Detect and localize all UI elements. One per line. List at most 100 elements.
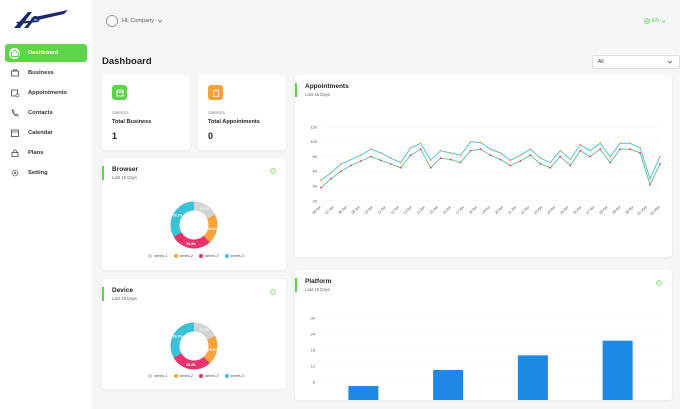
data-point[interactable]	[549, 166, 552, 169]
data-point[interactable]	[439, 157, 442, 159]
data-point[interactable]	[549, 161, 552, 164]
data-point[interactable]	[619, 148, 622, 151]
data-point[interactable]	[419, 142, 422, 145]
data-point[interactable]	[659, 163, 661, 165]
data-point[interactable]	[340, 170, 342, 173]
date-filter-select[interactable]: All	[592, 55, 680, 69]
legend-item[interactable]: series-2	[173, 374, 193, 378]
sidebar-item-dashboard[interactable]: Dashboard	[5, 44, 87, 62]
legend-item[interactable]: series-2	[173, 254, 193, 258]
data-point[interactable]	[519, 154, 522, 157]
data-point[interactable]	[529, 148, 532, 151]
bar[interactable]	[348, 386, 379, 400]
data-point[interactable]	[459, 154, 462, 157]
logo-icon[interactable]	[10, 8, 70, 32]
language-selector[interactable]: EN	[644, 18, 666, 24]
data-point[interactable]	[639, 152, 641, 154]
legend-item[interactable]: series-3	[199, 254, 219, 258]
data-point[interactable]	[509, 159, 512, 162]
data-point[interactable]	[539, 163, 542, 165]
data-point[interactable]	[369, 155, 372, 158]
sidebar-item-appointments[interactable]: Appointments	[5, 84, 87, 102]
data-point[interactable]	[350, 164, 352, 167]
data-point[interactable]	[429, 166, 432, 169]
data-point[interactable]	[320, 179, 322, 182]
sidebar-item-contacts[interactable]: Contacts	[5, 104, 87, 122]
data-point[interactable]	[509, 164, 512, 167]
legend-item[interactable]: series-1	[148, 254, 168, 258]
data-point[interactable]	[649, 183, 651, 186]
sidebar-item-calendar[interactable]: Calendar	[5, 124, 87, 142]
data-point[interactable]	[589, 149, 592, 152]
gear-icon	[9, 168, 20, 179]
donut-slice-series-4[interactable]	[170, 201, 195, 237]
data-point[interactable]	[609, 161, 612, 164]
x-tick-label: 01 May	[636, 205, 647, 216]
data-point[interactable]	[479, 141, 482, 144]
data-point[interactable]	[569, 164, 572, 167]
data-point[interactable]	[369, 148, 372, 151]
data-point[interactable]	[469, 140, 472, 143]
bar[interactable]	[433, 370, 464, 400]
data-point[interactable]	[419, 148, 422, 151]
data-point[interactable]	[350, 158, 352, 161]
data-point[interactable]	[479, 148, 482, 151]
bar[interactable]	[517, 355, 548, 400]
data-point[interactable]	[639, 146, 641, 149]
data-point[interactable]	[529, 154, 532, 157]
legend-item[interactable]: series-3	[199, 374, 219, 378]
data-point[interactable]	[659, 155, 661, 158]
sidebar-item-business[interactable]: Business	[5, 64, 87, 82]
data-point[interactable]	[379, 159, 382, 162]
data-point[interactable]	[559, 155, 562, 158]
data-point[interactable]	[359, 160, 362, 162]
data-point[interactable]	[569, 158, 572, 161]
bar[interactable]	[602, 340, 633, 400]
data-point[interactable]	[599, 148, 602, 151]
data-point[interactable]	[449, 152, 452, 154]
data-point[interactable]	[330, 177, 332, 180]
data-point[interactable]	[340, 163, 342, 165]
data-point[interactable]	[429, 159, 432, 162]
donut-slice-series-4[interactable]	[170, 322, 195, 358]
info-icon[interactable]	[270, 168, 276, 174]
data-point[interactable]	[589, 155, 592, 158]
data-point[interactable]	[609, 155, 612, 158]
data-point[interactable]	[619, 142, 622, 145]
data-point[interactable]	[629, 142, 631, 145]
data-point[interactable]	[399, 166, 402, 169]
data-point[interactable]	[409, 154, 412, 157]
data-point[interactable]	[469, 149, 472, 152]
data-point[interactable]	[439, 149, 442, 152]
data-point[interactable]	[579, 143, 582, 146]
legend-item[interactable]: series-1	[148, 374, 168, 378]
data-point[interactable]	[519, 160, 522, 162]
data-point[interactable]	[379, 152, 382, 154]
data-point[interactable]	[399, 161, 402, 164]
data-point[interactable]	[559, 149, 562, 152]
legend-item[interactable]: series-4	[224, 254, 244, 258]
info-icon[interactable]	[270, 289, 276, 295]
legend-item[interactable]: series-4	[224, 374, 244, 378]
data-point[interactable]	[330, 171, 332, 174]
data-point[interactable]	[359, 154, 362, 157]
data-point[interactable]	[459, 161, 462, 164]
data-point[interactable]	[320, 186, 322, 189]
data-point[interactable]	[489, 154, 492, 157]
sidebar-item-setting[interactable]: Setting	[5, 164, 87, 182]
data-point[interactable]	[499, 158, 502, 161]
data-point[interactable]	[539, 157, 542, 159]
sidebar-item-plans[interactable]: Plans	[5, 144, 87, 162]
data-point[interactable]	[389, 157, 392, 159]
data-point[interactable]	[649, 177, 651, 180]
data-point[interactable]	[599, 142, 602, 145]
data-point[interactable]	[489, 148, 492, 151]
data-point[interactable]	[499, 152, 502, 154]
data-point[interactable]	[409, 146, 412, 149]
data-point[interactable]	[579, 149, 582, 152]
data-point[interactable]	[629, 148, 631, 151]
info-icon[interactable]	[656, 280, 662, 286]
data-point[interactable]	[449, 158, 452, 161]
company-selector[interactable]: HL Company	[106, 15, 163, 27]
data-point[interactable]	[389, 163, 392, 165]
